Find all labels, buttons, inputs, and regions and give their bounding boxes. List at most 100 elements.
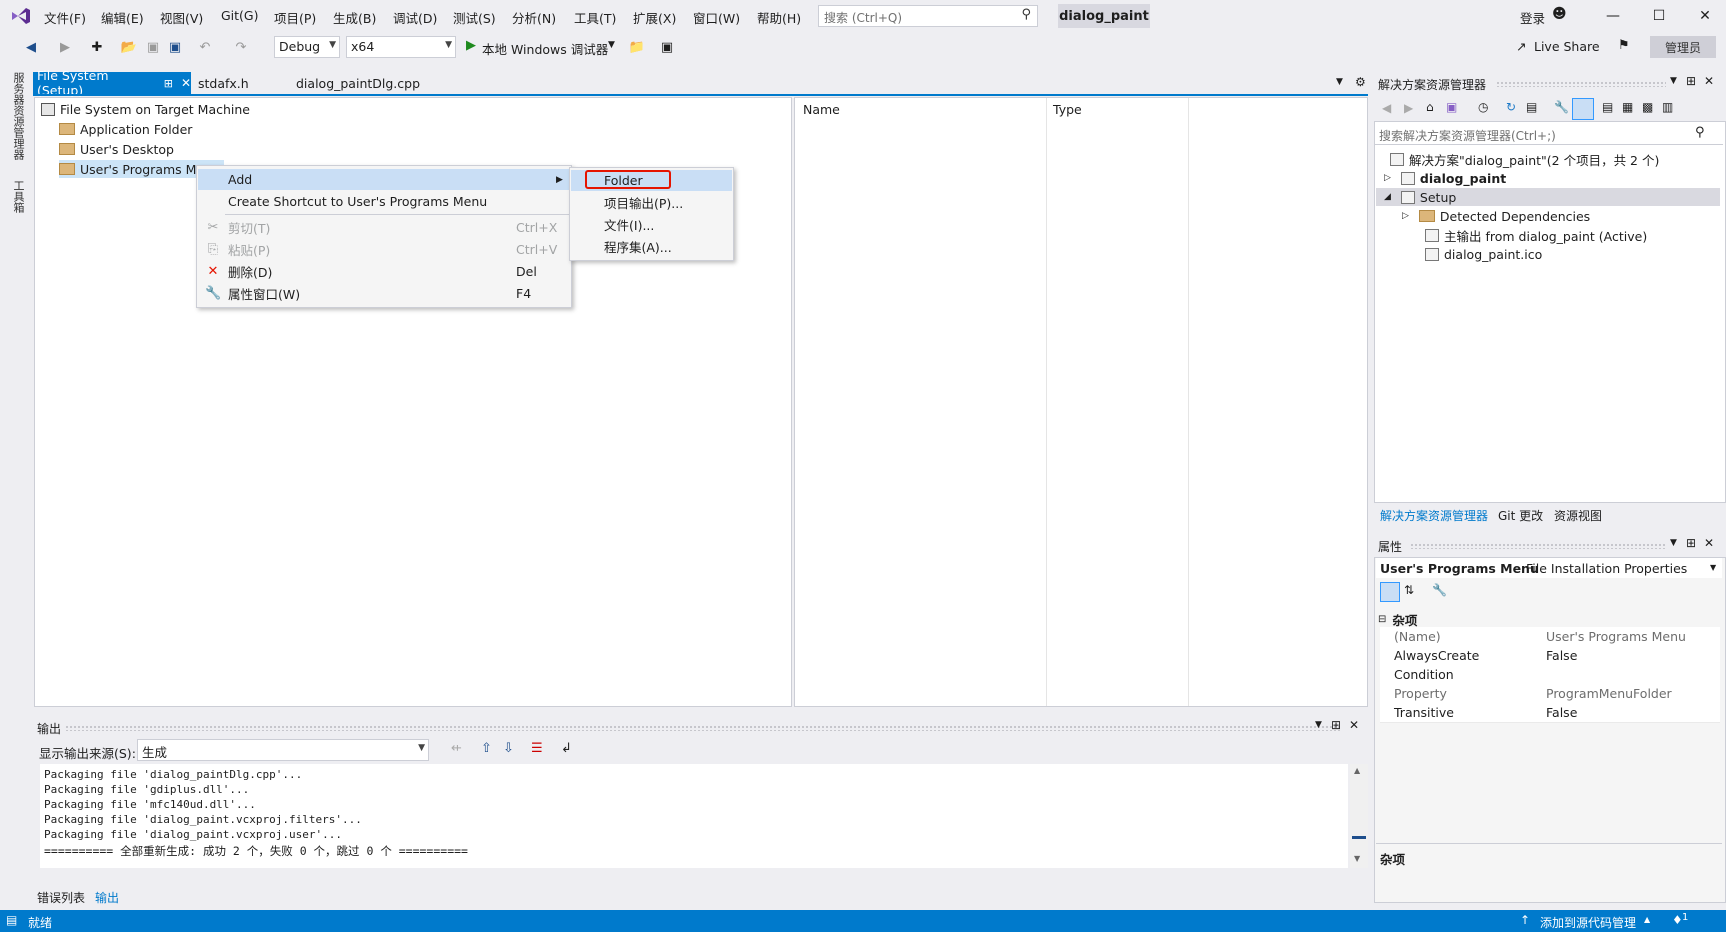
switch-views-icon[interactable]: ▣	[1446, 100, 1457, 114]
project-node-setup[interactable]: ◢ Setup	[1376, 188, 1720, 206]
open-folder-icon[interactable]: 📂	[120, 38, 138, 56]
menu-analyze[interactable]: 分析(N)	[512, 8, 556, 27]
tab-dialog-paintdlg-cpp[interactable]: dialog_paintDlg.cpp	[296, 72, 420, 94]
menu-edit[interactable]: 编辑(E)	[101, 8, 144, 27]
pin-icon[interactable]: ⊞	[1686, 74, 1696, 88]
play-icon[interactable]: ▶	[466, 38, 476, 53]
prev-message-icon[interactable]: ⇧	[481, 741, 492, 756]
screenshot-icon[interactable]: ▣	[658, 38, 676, 56]
pending-changes-icon[interactable]: ◷	[1478, 100, 1488, 114]
forward-icon[interactable]: ▶	[1404, 101, 1413, 115]
close-icon[interactable]: ✕	[1349, 718, 1359, 732]
close-icon[interactable]: ✕	[181, 76, 191, 90]
submenu-item-assembly[interactable]: 程序集(A)...	[571, 236, 732, 257]
expand-icon[interactable]: ▷	[1384, 173, 1391, 183]
find-in-files-icon[interactable]: 📁	[628, 38, 646, 56]
search-input[interactable]: 搜索 (Ctrl+Q) ⚲	[818, 5, 1038, 27]
pin-icon[interactable]: ⊞	[164, 77, 173, 90]
tab-error-list[interactable]: 错误列表	[37, 889, 85, 906]
tree-item-primary-output[interactable]: 主输出 from dialog_paint (Active)	[1425, 226, 1647, 244]
gear-icon[interactable]: ⚙	[1355, 75, 1366, 89]
chevron-down-icon[interactable]: ▼	[1315, 720, 1322, 730]
account-icon[interactable]: ☻	[1552, 6, 1567, 22]
solution-explorer-search[interactable]: 搜索解决方案资源管理器(Ctrl+;) ⚲	[1375, 124, 1723, 145]
alphabetical-icon[interactable]: ⇅	[1404, 583, 1414, 597]
tab-solution-explorer[interactable]: 解决方案资源管理器	[1380, 507, 1488, 524]
word-wrap-icon[interactable]: ↲	[561, 741, 572, 756]
project-node-dialog-paint[interactable]: ▷ dialog_paint	[1384, 169, 1506, 187]
source-control-button[interactable]: 添加到源代码管理	[1540, 914, 1636, 931]
file-list-view[interactable]: Name Type	[794, 97, 1368, 707]
property-value[interactable]: False	[1546, 648, 1577, 663]
menu-view[interactable]: 视图(V)	[160, 8, 203, 27]
chevron-down-icon[interactable]: ▼	[1670, 76, 1677, 86]
run-debugger-button[interactable]: 本地 Windows 调试器	[482, 39, 608, 58]
live-share-button[interactable]: Live Share	[1534, 39, 1600, 54]
next-message-icon[interactable]: ⇩	[503, 741, 514, 756]
menu-item-cut[interactable]: ✂ 剪切(T) Ctrl+X	[198, 217, 570, 238]
forward-icon[interactable]: ▶	[56, 38, 74, 56]
scroll-down-icon[interactable]: ▼	[1354, 854, 1360, 863]
tab-git-changes[interactable]: Git 更改	[1498, 507, 1543, 524]
wrench-icon[interactable]: 🔧	[1554, 100, 1569, 114]
property-value[interactable]: User's Programs Menu	[1546, 629, 1686, 644]
pin-icon[interactable]: ⊞	[1686, 536, 1696, 550]
new-project-icon[interactable]: ✚	[88, 38, 106, 56]
output-text-area[interactable]: Packaging file 'dialog_paintDlg.cpp'... …	[40, 764, 1348, 868]
menu-build[interactable]: 生成(B)	[333, 8, 376, 27]
save-all-icon[interactable]: ▣	[166, 38, 184, 56]
sync-icon[interactable]: ▩	[1642, 100, 1653, 114]
column-header-type[interactable]: Type	[1053, 102, 1082, 117]
panel-grip[interactable]	[1410, 543, 1666, 549]
tab-overflow-icon[interactable]: ▼	[1336, 77, 1343, 87]
chevron-up-icon[interactable]: ▲	[1644, 915, 1650, 924]
close-window-button[interactable]: ✕	[1690, 6, 1720, 26]
tree-item-detected-dependencies[interactable]: ▷ Detected Dependencies	[1402, 207, 1590, 225]
maximize-button[interactable]: ☐	[1644, 6, 1674, 26]
redo-icon[interactable]: ↷	[232, 38, 250, 56]
properties-icon[interactable]: ▤	[1602, 100, 1613, 114]
submenu-item-file[interactable]: 文件(I)...	[571, 214, 732, 235]
search-icon[interactable]: ⚲	[1695, 125, 1705, 140]
properties-object-selector[interactable]: User's Programs Menu File Installation P…	[1376, 558, 1722, 578]
undo-icon[interactable]: ↶	[196, 38, 214, 56]
minimize-button[interactable]: —	[1598, 6, 1628, 26]
find-message-icon[interactable]: ⇷	[451, 741, 462, 756]
menu-help[interactable]: 帮助(H)	[757, 8, 801, 27]
chevron-down-icon[interactable]: ▼	[608, 40, 615, 50]
menu-item-properties[interactable]: 🔧 属性窗口(W) F4	[198, 283, 570, 304]
chevron-down-icon[interactable]: ▼	[1710, 563, 1716, 572]
menu-window[interactable]: 窗口(W)	[693, 8, 740, 27]
tree-item-dialog-paint-ico[interactable]: dialog_paint.ico	[1425, 245, 1542, 263]
home-icon[interactable]: ⌂	[1426, 100, 1434, 114]
property-row[interactable]: (Name) User's Programs Menu	[1380, 627, 1720, 647]
tab-file-system-setup[interactable]: File System (Setup) ⊞ ✕	[33, 68, 191, 98]
tab-resource-view[interactable]: 资源视图	[1554, 507, 1602, 524]
tab-stdafx-h[interactable]: stdafx.h	[198, 72, 249, 94]
menu-tools[interactable]: 工具(T)	[574, 8, 616, 27]
tab-output[interactable]: 输出	[95, 889, 119, 906]
close-icon[interactable]: ✕	[1704, 536, 1714, 550]
collapse-all-icon[interactable]: ▤	[1526, 100, 1537, 114]
refresh-icon[interactable]: ↻	[1506, 100, 1516, 114]
submenu-item-folder[interactable]: Folder	[571, 170, 732, 191]
output-source-combo[interactable]: 生成 ▼	[137, 739, 429, 761]
menu-item-add[interactable]: Add ▶	[198, 169, 570, 190]
output-scrollbar[interactable]: ▲ ▼	[1350, 764, 1368, 868]
back-icon[interactable]: ◀	[22, 38, 40, 56]
panel-grip[interactable]	[1496, 81, 1666, 87]
column-header-name[interactable]: Name	[803, 102, 840, 117]
login-link[interactable]: 登录	[1520, 8, 1545, 27]
property-row[interactable]: AlwaysCreate False	[1380, 646, 1720, 666]
scroll-up-icon[interactable]: ▲	[1354, 766, 1360, 775]
menu-item-delete[interactable]: ✕ 删除(D) Del	[198, 261, 570, 282]
property-row[interactable]: Transitive False	[1380, 703, 1720, 723]
save-icon[interactable]: ▣	[144, 38, 162, 56]
collapse-icon[interactable]: ⊟	[1378, 614, 1386, 625]
collapse-icon[interactable]: ◢	[1384, 192, 1391, 202]
property-row[interactable]: Condition	[1380, 665, 1720, 685]
close-icon[interactable]: ✕	[1704, 74, 1714, 88]
platform-combo[interactable]: x64 ▼	[346, 36, 456, 58]
menu-test[interactable]: 测试(S)	[453, 8, 496, 27]
property-value[interactable]: False	[1546, 705, 1577, 720]
